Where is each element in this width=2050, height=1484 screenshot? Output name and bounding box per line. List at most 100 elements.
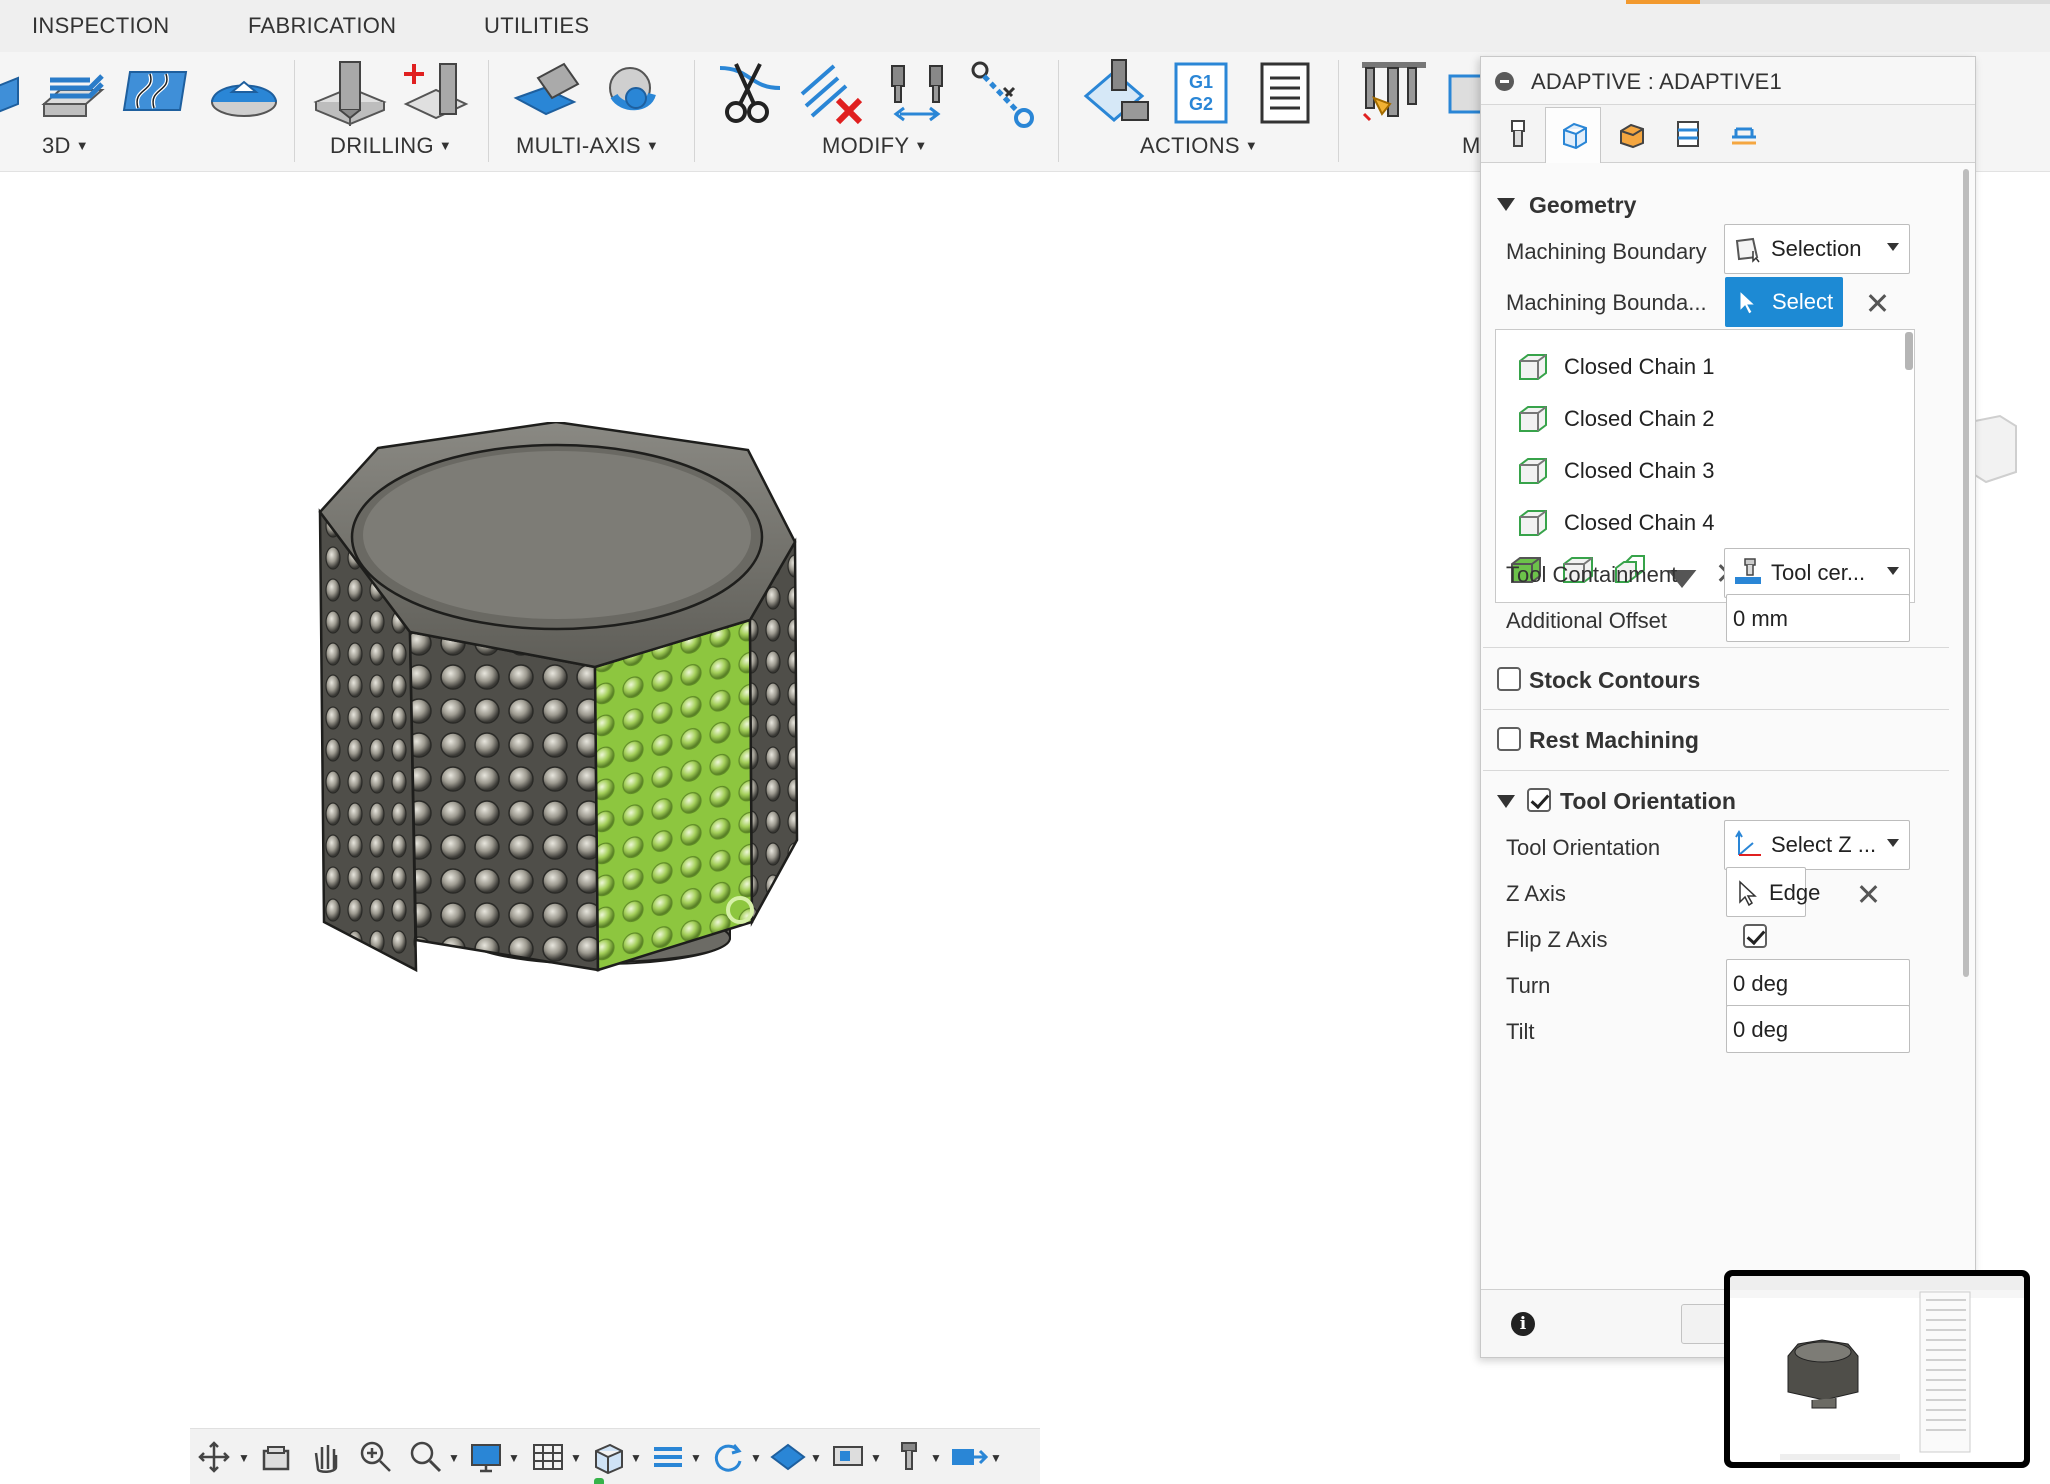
stock-contours-checkbox[interactable] bbox=[1497, 667, 1521, 691]
linking-tab-icon bbox=[1732, 127, 1756, 145]
list-item[interactable]: Closed Chain 3 bbox=[1496, 446, 1896, 494]
trim-scissors-icon[interactable] bbox=[710, 58, 790, 130]
display-settings-icon[interactable] bbox=[466, 1439, 506, 1475]
tilt-input[interactable]: 0 deg bbox=[1726, 1005, 1910, 1053]
tool-orientation-dropdown[interactable]: Select Z ... bbox=[1724, 820, 1910, 870]
multi-axis-swarf-icon[interactable] bbox=[508, 58, 588, 130]
caret-down-icon[interactable]: ▼ bbox=[930, 1451, 942, 1465]
hole-recognition-icon[interactable] bbox=[396, 58, 476, 130]
caret-down-icon[interactable]: ▼ bbox=[990, 1451, 1002, 1465]
caret-down-icon[interactable]: ▼ bbox=[238, 1451, 250, 1465]
tool-containment-dropdown[interactable]: Tool cer... bbox=[1724, 548, 1910, 598]
ribbon-group-drilling[interactable]: DRILLING ▼ bbox=[330, 133, 452, 159]
chevron-down-icon bbox=[1887, 567, 1899, 575]
tab-linking[interactable] bbox=[1715, 107, 1771, 161]
screen-recording-thumbnail[interactable] bbox=[1724, 1270, 2030, 1468]
list-item[interactable]: Closed Chain 4 bbox=[1496, 498, 1896, 546]
dialog-body[interactable]: Geometry Machining Boundary Selection Ma… bbox=[1481, 164, 1959, 1288]
pan-hand-icon[interactable] bbox=[306, 1439, 346, 1475]
tab-utilities[interactable]: UTILITIES bbox=[484, 13, 589, 39]
collapse-icon[interactable] bbox=[1495, 72, 1514, 91]
caret-down-icon[interactable]: ▼ bbox=[810, 1451, 822, 1465]
turn-input[interactable]: 0 deg bbox=[1726, 959, 1910, 1007]
clear-selection-icon[interactable] bbox=[1866, 292, 1888, 314]
tab-passes[interactable] bbox=[1659, 107, 1715, 161]
z-axis-edge-selector[interactable]: Edge bbox=[1726, 867, 1820, 917]
view-cube-icon[interactable] bbox=[588, 1439, 628, 1475]
z-axis-value: Edge bbox=[1769, 880, 1821, 905]
grid-icon[interactable] bbox=[528, 1439, 568, 1475]
ribbon-group-multi-axis[interactable]: MULTI-AXIS ▼ bbox=[516, 133, 659, 159]
list-item[interactable]: Closed Chain 1 bbox=[1496, 342, 1896, 390]
refresh-icon[interactable] bbox=[708, 1439, 748, 1475]
ribbon-group-3d[interactable]: 3D ▼ bbox=[42, 133, 89, 159]
caret-down-icon[interactable]: ▼ bbox=[690, 1451, 702, 1465]
collapse-triangle-icon[interactable] bbox=[1497, 198, 1515, 211]
scrollbar-thumb[interactable] bbox=[1963, 169, 1969, 977]
tool-library-icon[interactable] bbox=[1356, 58, 1436, 130]
tab-tool[interactable] bbox=[1489, 107, 1545, 161]
chain-label: Closed Chain 3 bbox=[1564, 458, 1715, 483]
3d-contour-icon[interactable] bbox=[116, 58, 196, 130]
flip-z-axis-checkbox[interactable] bbox=[1743, 924, 1767, 948]
info-icon[interactable]: i bbox=[1511, 1312, 1535, 1336]
caret-down-icon[interactable]: ▼ bbox=[508, 1451, 520, 1465]
section-divider bbox=[1483, 770, 1949, 771]
layers-icon[interactable] bbox=[648, 1439, 688, 1475]
scrollbar-thumb[interactable] bbox=[1905, 332, 1913, 370]
toolpath-display-icon[interactable] bbox=[948, 1439, 989, 1475]
zoom-window-icon[interactable] bbox=[406, 1439, 446, 1475]
dialog-title-bar[interactable]: ADAPTIVE : ADAPTIVE1 bbox=[1481, 57, 1975, 105]
simulate-icon[interactable] bbox=[1078, 58, 1158, 130]
path-edit-icon[interactable] bbox=[964, 58, 1044, 130]
caret-down-icon[interactable]: ▼ bbox=[870, 1451, 882, 1465]
tool-orientation-header: Tool Orientation bbox=[1560, 788, 1736, 814]
3d-scallop-icon[interactable] bbox=[204, 58, 284, 130]
ribbon-group-actions[interactable]: ACTIONS ▼ bbox=[1140, 133, 1258, 159]
3d-horizontal-icon[interactable] bbox=[34, 58, 114, 130]
tool-display-icon[interactable] bbox=[888, 1439, 928, 1475]
tab-fabrication[interactable]: FABRICATION bbox=[248, 13, 396, 39]
ribbon-group-manage[interactable]: M bbox=[1462, 133, 1481, 159]
dialog-tabs bbox=[1481, 105, 1975, 163]
machining-boundary-dropdown[interactable]: Selection bbox=[1724, 224, 1910, 274]
zoom-icon[interactable] bbox=[356, 1439, 396, 1475]
chain-list-scrollbar[interactable] bbox=[1904, 330, 1914, 538]
tool-swap-icon[interactable] bbox=[880, 58, 960, 130]
look-at-icon[interactable] bbox=[256, 1439, 296, 1475]
caret-down-icon[interactable]: ▼ bbox=[750, 1451, 762, 1465]
post-process-g1g2-icon[interactable]: G1 G2 bbox=[1160, 58, 1240, 130]
stock-icon[interactable] bbox=[768, 1439, 808, 1475]
machine-display-icon[interactable] bbox=[828, 1439, 868, 1475]
tool-orientation-label: Tool Orientation bbox=[1506, 835, 1661, 860]
caret-down-icon[interactable]: ▼ bbox=[630, 1451, 642, 1465]
geometry-section-header[interactable]: Geometry bbox=[1481, 192, 1959, 222]
delete-toolpath-icon[interactable] bbox=[794, 58, 874, 130]
additional-offset-input[interactable]: 0 mm bbox=[1726, 594, 1910, 642]
tab-geometry[interactable] bbox=[1545, 107, 1601, 163]
tool-tab-icon bbox=[1511, 120, 1525, 147]
tab-inspection[interactable]: INSPECTION bbox=[32, 13, 169, 39]
clear-z-axis-icon[interactable] bbox=[1857, 883, 1879, 905]
orbit-move-icon[interactable] bbox=[194, 1439, 234, 1475]
toolbar-tab-bar: INSPECTION FABRICATION UTILITIES bbox=[0, 0, 2050, 52]
caret-down-icon[interactable]: ▼ bbox=[570, 1451, 582, 1465]
z-axis-label: Z Axis bbox=[1506, 881, 1566, 906]
drill-icon[interactable] bbox=[310, 58, 390, 130]
dialog-scrollbar[interactable] bbox=[1961, 169, 1971, 1289]
list-item[interactable]: Closed Chain 2 bbox=[1496, 394, 1896, 442]
multi-axis-flow-icon[interactable] bbox=[592, 58, 672, 130]
caret-down-icon[interactable]: ▼ bbox=[448, 1451, 460, 1465]
tab-heights[interactable] bbox=[1603, 107, 1659, 161]
select-button[interactable]: Select bbox=[1725, 277, 1843, 327]
passes-tab-icon bbox=[1677, 121, 1699, 147]
g2-text: G2 bbox=[1189, 94, 1213, 114]
collapse-triangle-icon[interactable] bbox=[1497, 795, 1515, 808]
setup-sheet-icon[interactable] bbox=[1246, 58, 1326, 130]
closed-chain-icon bbox=[1519, 354, 1547, 380]
model-knurled-knob[interactable] bbox=[300, 422, 900, 982]
ribbon-divider bbox=[294, 60, 295, 162]
ribbon-group-modify[interactable]: MODIFY ▼ bbox=[822, 133, 928, 159]
rest-machining-checkbox[interactable] bbox=[1497, 727, 1521, 751]
tool-orientation-checkbox[interactable] bbox=[1527, 788, 1551, 812]
